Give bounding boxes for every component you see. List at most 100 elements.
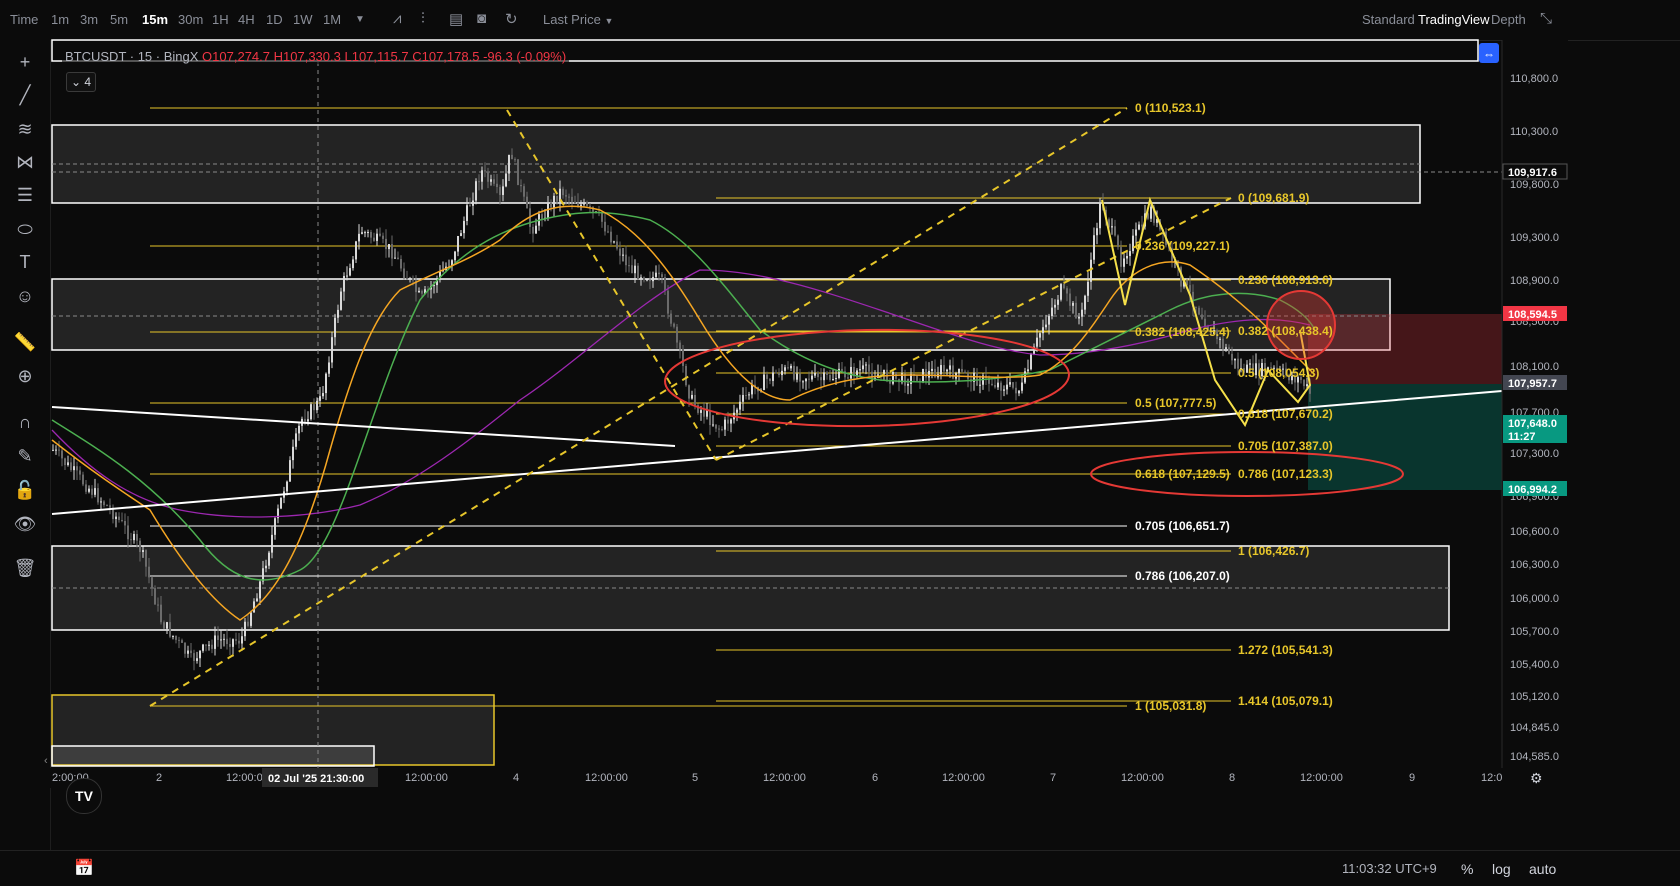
candle-body	[325, 373, 327, 394]
time-tick-label: 2	[156, 772, 162, 784]
candle-body	[223, 638, 225, 640]
candle-body	[871, 371, 873, 379]
candle-body	[613, 241, 615, 243]
candle-body	[199, 650, 201, 659]
candle-body	[196, 658, 198, 661]
candle-body	[802, 381, 804, 383]
candle-body	[1306, 384, 1308, 387]
candle-body	[403, 268, 405, 278]
candle-body	[118, 516, 120, 520]
candle-body	[805, 378, 807, 382]
time-tick-label: 6	[872, 772, 878, 784]
candle-body	[1141, 224, 1143, 227]
candle-body	[388, 244, 390, 250]
candle-body	[1027, 369, 1029, 372]
candle-body	[163, 622, 165, 629]
candle-body	[385, 238, 387, 250]
candle-body	[181, 640, 183, 643]
time-tick-label: 12:00:00	[942, 772, 985, 784]
candle-body	[55, 449, 57, 451]
candle-body	[892, 371, 894, 384]
candle-body	[865, 364, 867, 366]
candle-body	[736, 409, 738, 413]
price-badge-countdown: 11:27	[1508, 431, 1536, 443]
candle-body	[742, 395, 744, 402]
candle-body	[127, 525, 129, 540]
price-chart[interactable]: 0 (110,523.1) 0.236 (109,227.1) 0.382 (1…	[0, 0, 1680, 850]
candle-body	[454, 251, 456, 261]
candle-body	[748, 394, 750, 396]
candle-body	[796, 373, 798, 380]
candle-body	[352, 259, 354, 269]
candle-body	[295, 433, 297, 447]
candle-body	[574, 201, 576, 204]
tradingview-logo[interactable]: TV	[66, 778, 102, 814]
candle-body	[859, 369, 861, 371]
candle-body	[643, 277, 645, 281]
candle-body	[313, 404, 315, 411]
candle-body	[835, 378, 837, 380]
candle-body	[817, 372, 819, 378]
candle-body	[958, 368, 960, 374]
candle-body	[1195, 306, 1197, 308]
price-tick-label: 107,300.0	[1510, 448, 1559, 460]
percent-toggle[interactable]: %	[1461, 861, 1473, 877]
candle-body	[565, 195, 567, 197]
indicator-count: 4	[84, 75, 92, 89]
candle-body	[1006, 384, 1008, 390]
candle-body	[259, 581, 261, 599]
candle-body	[286, 481, 288, 492]
candle-body	[490, 179, 492, 182]
calendar-range-icon[interactable]: 📅	[74, 858, 94, 878]
candle-body	[724, 419, 726, 430]
time-tick-label: 12:00:00	[585, 772, 628, 784]
candle-body	[916, 375, 918, 381]
indicators-toggle[interactable]: ⌄ 4	[66, 72, 96, 92]
candle-body	[355, 241, 357, 260]
auto-toggle[interactable]: auto	[1529, 861, 1556, 877]
candle-body	[1003, 389, 1005, 391]
time-tick-label: 5	[692, 772, 698, 784]
candle-body	[145, 550, 147, 567]
candle-body	[184, 642, 186, 654]
candle-body	[745, 395, 747, 397]
candle-body	[556, 195, 558, 202]
settings-icon[interactable]: ⚙	[1530, 770, 1543, 786]
candle-body	[304, 418, 306, 422]
candle-body	[787, 367, 789, 369]
price-tick-label: 105,120.0	[1510, 691, 1559, 703]
price-tick-label: 106,000.0	[1510, 593, 1559, 605]
candle-body	[997, 382, 999, 388]
fib-b-label: 1.414 (105,079.1)	[1238, 694, 1333, 708]
candle-body	[820, 377, 822, 381]
clock-label[interactable]: 11:03:32 UTC+9	[1342, 861, 1437, 876]
bottom-bar: 📅 11:03:32 UTC+9 % log auto	[0, 850, 1680, 886]
candle-body	[799, 373, 801, 382]
candle-body	[241, 636, 243, 644]
candle-body	[1150, 206, 1152, 219]
candle-body	[316, 400, 318, 411]
price-badge-label: 108,594.5	[1508, 309, 1557, 321]
descending-trendline[interactable]	[51, 406, 676, 447]
log-toggle[interactable]: log	[1492, 861, 1511, 877]
candle-body	[370, 231, 372, 238]
candle-body	[364, 232, 366, 234]
candle-body	[535, 225, 537, 234]
candle-body	[394, 257, 396, 259]
scroll-left-icon[interactable]: ‹	[44, 755, 48, 767]
candle-body	[235, 639, 237, 641]
candle-body	[478, 181, 480, 183]
candle-body	[148, 566, 150, 578]
fib-b-label: 0 (109,681.9)	[1238, 191, 1309, 205]
price-tick-label: 109,800.0	[1510, 179, 1559, 191]
candle-body	[508, 154, 510, 174]
candle-body	[334, 317, 336, 338]
candle-body	[571, 196, 573, 202]
symbol-name[interactable]: BTCUSDT · 15 · BingX	[65, 49, 198, 64]
candle-body	[808, 378, 810, 380]
candle-body	[823, 372, 825, 381]
candle-body	[82, 474, 84, 485]
candle-body	[790, 365, 792, 369]
candle-body	[631, 265, 633, 274]
candle-body	[655, 272, 657, 277]
